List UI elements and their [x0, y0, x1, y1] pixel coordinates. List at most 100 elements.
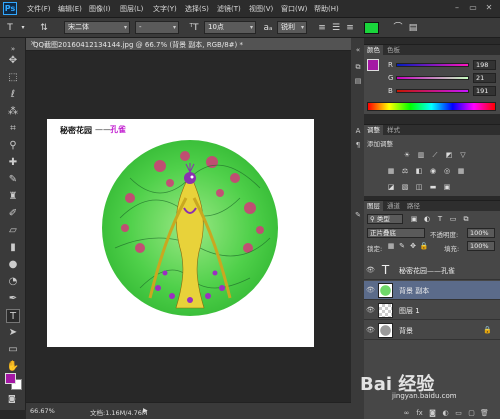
- tab-paths[interactable]: 路径: [404, 201, 423, 211]
- warp-text-icon[interactable]: ⌒: [392, 22, 404, 34]
- paragraph-panel-icon[interactable]: ¶: [353, 140, 363, 150]
- tab-swatches[interactable]: 色板: [384, 45, 403, 55]
- dodge-tool-icon[interactable]: ◔: [6, 275, 20, 289]
- new-adjustment-icon[interactable]: ◐: [441, 409, 450, 418]
- layer-style-icon[interactable]: fx: [415, 409, 424, 418]
- crop-tool-icon[interactable]: ⌗: [6, 122, 20, 136]
- blue-value[interactable]: 191: [473, 86, 496, 96]
- levels-icon[interactable]: ▥: [416, 150, 426, 160]
- tab-styles[interactable]: 样式: [384, 125, 403, 135]
- close-window-button[interactable]: ✕: [484, 3, 494, 13]
- add-mask-icon[interactable]: ◙: [428, 409, 437, 418]
- blue-slider[interactable]: [396, 89, 469, 93]
- new-group-icon[interactable]: ▭: [454, 409, 463, 418]
- align-left-icon[interactable]: ≡: [316, 22, 328, 34]
- path-select-tool-icon[interactable]: ➤: [6, 326, 20, 340]
- selective-color-icon[interactable]: ▣: [442, 182, 452, 192]
- foreground-swatch[interactable]: [367, 59, 379, 71]
- lasso-tool-icon[interactable]: ℓ: [6, 88, 20, 102]
- text-color-swatch[interactable]: [364, 22, 379, 34]
- tab-adjustments[interactable]: 调整: [364, 125, 383, 135]
- move-tool-icon[interactable]: ✥: [6, 54, 20, 68]
- collapse-panels-icon[interactable]: «: [353, 45, 363, 55]
- menu-layer[interactable]: 图层(L): [120, 4, 143, 14]
- hue-saturation-icon[interactable]: ▦: [386, 166, 396, 176]
- gradient-tool-icon[interactable]: ▮: [6, 241, 20, 255]
- eyedropper-tool-icon[interactable]: ⚲: [6, 139, 20, 153]
- antialias-select[interactable]: 锐利 ▾: [277, 21, 307, 34]
- menu-select[interactable]: 选择(S): [185, 4, 209, 14]
- layer-row-background-copy[interactable]: 👁 背景 副本: [364, 281, 500, 300]
- filter-shape-icon[interactable]: ▭: [448, 214, 458, 224]
- brush-tool-icon[interactable]: ✎: [6, 173, 20, 187]
- filter-adjust-icon[interactable]: ◐: [422, 214, 432, 224]
- menu-filter[interactable]: 滤镜(T): [217, 4, 241, 14]
- menu-file[interactable]: 文件(F): [27, 4, 51, 14]
- marquee-tool-icon[interactable]: ⬚: [6, 71, 20, 85]
- color-balance-icon[interactable]: ⚖: [400, 166, 410, 176]
- menu-edit[interactable]: 编辑(E): [58, 4, 82, 14]
- delete-layer-icon[interactable]: 🗑: [480, 409, 489, 418]
- text-orientation-icon[interactable]: ⇅: [38, 22, 50, 34]
- red-slider[interactable]: [396, 63, 469, 67]
- brightness-icon[interactable]: ☀: [402, 150, 412, 160]
- posterize-icon[interactable]: ▧: [400, 182, 410, 192]
- rectangle-tool-icon[interactable]: ▭: [6, 343, 20, 357]
- eye-icon[interactable]: 👁: [366, 286, 375, 294]
- eye-icon[interactable]: 👁: [366, 306, 375, 314]
- filter-smart-icon[interactable]: ⧉: [461, 214, 471, 224]
- eraser-tool-icon[interactable]: ▱: [6, 224, 20, 238]
- hand-tool-icon[interactable]: ✋: [6, 360, 20, 374]
- layer-row-layer1[interactable]: 👁 图层 1: [364, 301, 500, 320]
- tool-preset-dropdown-icon[interactable]: ▾: [17, 22, 29, 34]
- color-lookup-icon[interactable]: ▦: [456, 166, 466, 176]
- properties-panel-icon[interactable]: ▤: [353, 76, 363, 86]
- brush-panel-icon[interactable]: ✎: [353, 210, 363, 220]
- filter-pixel-icon[interactable]: ▣: [409, 214, 419, 224]
- new-layer-icon[interactable]: ▢: [467, 409, 476, 418]
- vibrance-icon[interactable]: ▽: [458, 150, 468, 160]
- gradient-map-icon[interactable]: ▬: [428, 182, 438, 192]
- filter-type-icon[interactable]: T: [435, 214, 445, 224]
- zoom-level[interactable]: 66.67%: [30, 407, 55, 415]
- menu-view[interactable]: 视图(V): [249, 4, 273, 14]
- healing-brush-tool-icon[interactable]: ✚: [6, 156, 20, 170]
- lock-position-icon[interactable]: ✥: [408, 241, 418, 251]
- foreground-color-swatch[interactable]: [5, 373, 16, 384]
- tab-layers[interactable]: 图层: [364, 201, 383, 211]
- eye-icon[interactable]: 👁: [366, 326, 375, 334]
- menu-image[interactable]: 图像(I): [89, 4, 111, 14]
- tab-color[interactable]: 颜色: [364, 45, 383, 55]
- link-layers-icon[interactable]: ∞: [402, 409, 411, 418]
- align-center-icon[interactable]: ☰: [330, 22, 342, 34]
- exposure-icon[interactable]: ◩: [444, 150, 454, 160]
- lock-pixels-icon[interactable]: ✎: [397, 241, 407, 251]
- lock-all-icon[interactable]: 🔒: [419, 241, 429, 251]
- history-brush-tool-icon[interactable]: ✐: [6, 207, 20, 221]
- tab-channels[interactable]: 通道: [384, 201, 403, 211]
- layer-kind-filter[interactable]: ⚲ 类型: [367, 214, 403, 224]
- menu-help[interactable]: 帮助(H): [314, 4, 339, 14]
- type-tool-icon[interactable]: T: [4, 22, 16, 34]
- opacity-input[interactable]: 100%: [467, 228, 495, 238]
- quick-mask-icon[interactable]: ◙: [8, 394, 16, 403]
- type-tool-icon[interactable]: T: [6, 309, 20, 323]
- channel-mixer-icon[interactable]: ◎: [442, 166, 452, 176]
- quick-select-tool-icon[interactable]: ⁂: [6, 105, 20, 119]
- invert-icon[interactable]: ◪: [386, 182, 396, 192]
- font-family-select[interactable]: 宋二体 ▾: [64, 21, 130, 34]
- red-value[interactable]: 198: [473, 60, 496, 70]
- menu-window[interactable]: 窗口(W): [281, 4, 307, 14]
- clone-stamp-tool-icon[interactable]: ♜: [6, 190, 20, 204]
- layer-row-text[interactable]: 👁 T 秘密花园——孔雀: [364, 261, 500, 280]
- photo-filter-icon[interactable]: ◉: [428, 166, 438, 176]
- align-right-icon[interactable]: ≡: [344, 22, 356, 34]
- maximize-button[interactable]: ▭: [468, 3, 478, 13]
- pen-tool-icon[interactable]: ✒: [6, 292, 20, 306]
- font-size-select[interactable]: 10点 ▾: [204, 21, 256, 34]
- fill-input[interactable]: 100%: [467, 241, 495, 251]
- eye-icon[interactable]: 👁: [366, 266, 375, 274]
- curves-icon[interactable]: ⟋: [430, 150, 440, 160]
- history-panel-icon[interactable]: ⧉: [353, 62, 363, 72]
- black-white-icon[interactable]: ◧: [414, 166, 424, 176]
